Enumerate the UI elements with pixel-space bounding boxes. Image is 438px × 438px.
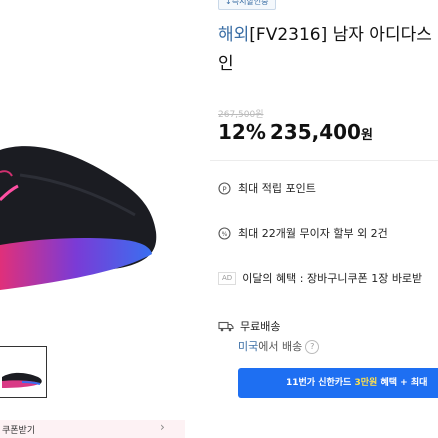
installment-row[interactable]: % 최대 22개월 무이자 할부 외 2건: [218, 225, 388, 241]
product-main-image: [0, 0, 160, 300]
original-price: 267,500원: [218, 110, 264, 120]
card-promo-suffix: 혜택 + 최대: [380, 378, 428, 388]
thumbnail-selected[interactable]: [0, 346, 47, 398]
instant-discount-badge: ↓즉시할인중: [218, 0, 276, 10]
ad-badge: AD: [218, 271, 237, 285]
max-points-row[interactable]: P 최대 적립 포인트: [218, 180, 316, 196]
monthly-benefit-row[interactable]: AD 이달의 혜택 : 장바구니쿠폰 1장 바로받: [218, 270, 422, 286]
installment-label: 최대 22개월 무이자 할부 외 2건: [238, 227, 388, 240]
product-title-text: [FV2316] 남자 아디다스: [249, 25, 432, 45]
svg-text:%: %: [222, 231, 228, 238]
help-icon[interactable]: ?: [305, 340, 320, 354]
points-icon: P: [218, 181, 231, 195]
divider: [210, 160, 438, 161]
free-shipping-label: 무료배송: [240, 320, 281, 333]
chevron-right-icon: ›: [160, 420, 165, 434]
origin-suffix: 에서 배송: [258, 340, 303, 353]
price-row: 12% 235,400원: [218, 120, 373, 144]
price-unit: 원: [360, 128, 373, 143]
coupon-download-bar[interactable]: 쿠폰받기 ›: [0, 420, 185, 438]
card-promo-prefix: 11번가 신한카드: [286, 378, 352, 388]
coupon-label: 쿠폰받기: [2, 426, 36, 436]
discount-rate: 12%: [218, 120, 266, 144]
shipping-origin: 미국에서 배송?: [238, 338, 320, 354]
max-points-label: 최대 적립 포인트: [238, 182, 316, 195]
svg-text:P: P: [222, 185, 226, 193]
overseas-brand-link[interactable]: 해외: [218, 25, 249, 45]
sale-price: 235,400: [269, 120, 361, 144]
product-title: 해외[FV2316] 남자 아디다스: [218, 22, 438, 48]
shipping-row: 무료배송: [218, 318, 280, 334]
installment-icon: %: [218, 226, 231, 240]
truck-icon: [218, 321, 234, 331]
monthly-benefit-label: 이달의 혜택 : 장바구니쿠폰 1장 바로받: [242, 272, 423, 285]
card-promo-button[interactable]: 11번가 신한카드 3만원 혜택 + 최대: [238, 368, 438, 398]
product-title-line2: 인: [218, 54, 234, 74]
card-promo-highlight: 3만원: [354, 378, 378, 388]
origin-country: 미국: [238, 340, 259, 353]
